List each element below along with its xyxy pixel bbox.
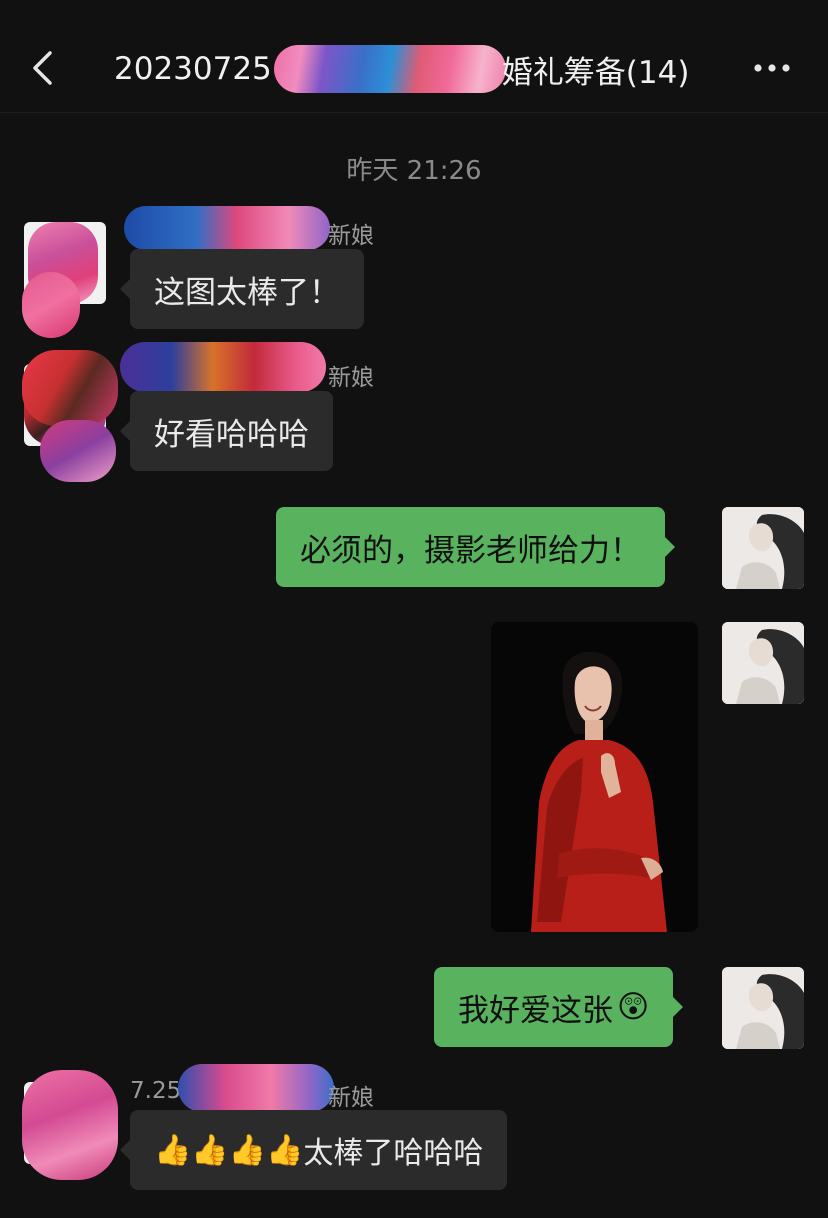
sender-name-prefix: 7.25 <box>130 1078 182 1104</box>
message-text: 太棒了哈哈哈 <box>303 1136 484 1171</box>
message-bubble[interactable]: 好看哈哈哈 <box>120 391 333 471</box>
redaction-mask <box>124 206 330 250</box>
avatar-self[interactable] <box>722 622 804 704</box>
message-text: 我好爱这张 <box>458 992 613 1029</box>
thumbs-up-icon: 👍👍👍👍 <box>154 1132 304 1168</box>
more-dots-icon[interactable] <box>752 56 792 80</box>
avatar-self[interactable] <box>722 967 804 1049</box>
redaction-mask <box>178 1064 334 1112</box>
redaction-mask <box>40 420 116 482</box>
message-bubble-sent[interactable]: 我好爱这张 😲 <box>434 967 684 1047</box>
message-timestamp: 昨天 21:26 <box>346 156 482 186</box>
chevron-left-icon[interactable] <box>30 50 56 86</box>
message-image[interactable] <box>491 622 698 932</box>
message-text: 好看哈哈哈 <box>154 416 309 453</box>
redaction-mask <box>22 350 118 426</box>
redaction-mask <box>22 272 80 338</box>
message-text: 必须的，摄影老师给力！ <box>300 532 641 569</box>
redaction-mask <box>22 1070 118 1180</box>
redaction-mask <box>273 45 506 93</box>
chat-title-prefix: 20230725 <box>114 51 272 87</box>
message-bubble-sent[interactable]: 必须的，摄影老师给力！ <box>276 507 675 587</box>
message-bubble[interactable]: 这图太棒了！ <box>120 249 364 329</box>
astonished-face-icon: 😲 <box>617 989 650 1025</box>
chat-header: 20230725 婚礼筹备(14) <box>0 0 828 113</box>
message-text: 这图太棒了！ <box>154 274 340 311</box>
sender-name-suffix: 新娘 <box>328 1085 374 1111</box>
redaction-mask <box>120 342 326 392</box>
chat-title-suffix: 婚礼筹备(14) <box>501 54 690 91</box>
message-bubble[interactable]: 👍👍👍👍 太棒了哈哈哈 <box>119 1110 508 1190</box>
sender-name-suffix: 新娘 <box>328 223 374 249</box>
sender-name-suffix: 新娘 <box>328 365 374 391</box>
chat-title: 20230725 婚礼筹备(14) <box>114 44 689 94</box>
avatar-self[interactable] <box>722 507 804 589</box>
